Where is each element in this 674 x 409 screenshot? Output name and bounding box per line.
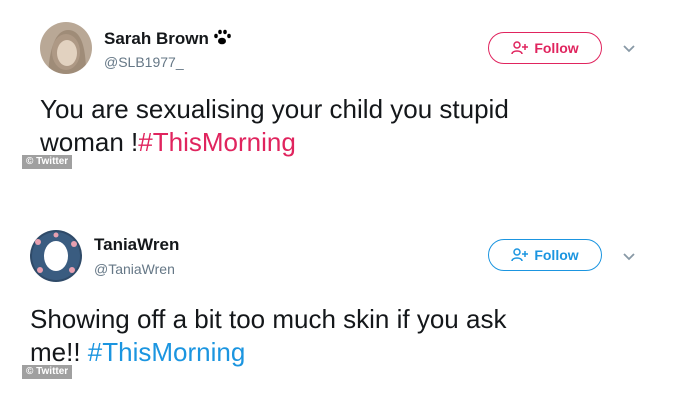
follow-label: Follow — [534, 247, 579, 263]
user-handle[interactable]: @TaniaWren — [94, 261, 175, 277]
tweet-text-line1: Showing off a bit too much skin if you a… — [30, 304, 507, 334]
user-handle[interactable]: @SLB1977_ — [104, 54, 184, 70]
follow-label: Follow — [534, 40, 579, 56]
image-credit: © Twitter — [22, 155, 73, 169]
tweet-text: You are sexualising your child you stupi… — [40, 93, 509, 159]
tweet-card: Sarah Brown @SLB1977_ Follow You are sex… — [0, 0, 674, 180]
follow-button[interactable]: Follow — [488, 32, 602, 64]
add-user-icon — [511, 248, 529, 262]
tweet-text-line2: woman ! — [40, 127, 139, 157]
display-name[interactable]: TaniaWren — [94, 235, 179, 255]
chevron-down-icon[interactable] — [622, 44, 636, 54]
tweet-text-line1: You are sexualising your child you stupi… — [40, 94, 509, 124]
avatar[interactable] — [40, 22, 92, 74]
tweet-text-line2: me!! — [30, 337, 88, 367]
add-user-icon — [511, 41, 529, 55]
display-name[interactable]: Sarah Brown — [104, 28, 232, 51]
follow-button[interactable]: Follow — [488, 239, 602, 271]
tweet-text: Showing off a bit too much skin if you a… — [30, 303, 506, 369]
image-credit: © Twitter — [22, 365, 73, 379]
hashtag-link[interactable]: #ThisMorning — [138, 127, 296, 157]
chevron-down-icon[interactable] — [622, 252, 636, 262]
avatar[interactable] — [30, 230, 82, 282]
hashtag-link[interactable]: #ThisMorning — [88, 337, 246, 367]
tweet-card: TaniaWren @TaniaWren Follow Showing off … — [0, 210, 674, 400]
paw-icon — [212, 28, 232, 51]
